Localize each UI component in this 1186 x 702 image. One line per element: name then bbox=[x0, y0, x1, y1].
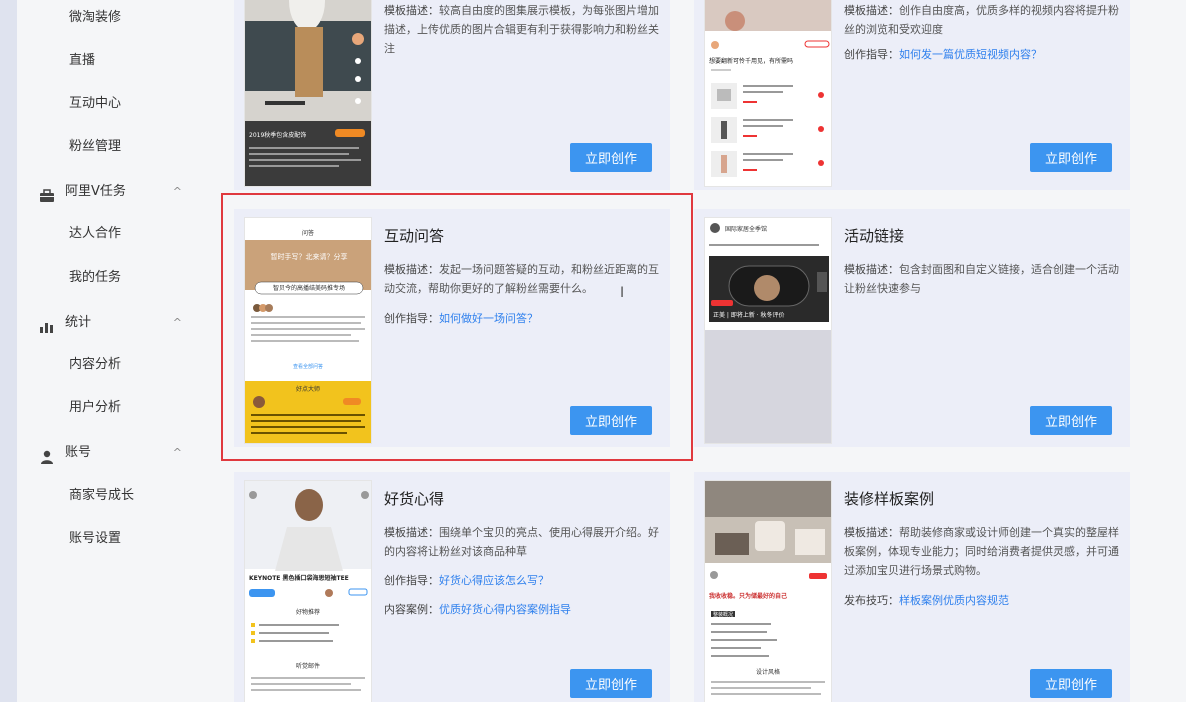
thumbnail-title: 国际家居全季馆 bbox=[725, 226, 768, 233]
thumbnail-brand-title: KEYNOTE 黑色插口袋海思短袖TEE bbox=[249, 575, 349, 582]
template-description: 模板描述：创作自由度高，优质多样的视频内容将提升粉丝的浏览和受欢迎度 bbox=[844, 1, 1124, 39]
chevron-up-icon: ^ bbox=[172, 446, 182, 459]
thumbnail-section-label: 整装概况 bbox=[713, 612, 734, 618]
thumbnail-section-title: 听觉邮件 bbox=[295, 663, 320, 670]
template-guide: 创作指导：如何发一篇优质短视频内容？ bbox=[844, 45, 1124, 64]
video-thumbnail bbox=[705, 0, 831, 177]
thumbnail-more-link: 查看全部问答 bbox=[292, 364, 323, 370]
template-guide: 创作指导：好货心得应该怎么写？ bbox=[384, 571, 664, 590]
thumbnail-banner-subtext: 智贝今的高播结美码推专场 bbox=[272, 285, 345, 292]
thumbnail-caption: 想要翻新可怜千用见，有所需吗 bbox=[709, 58, 794, 65]
create-now-button[interactable]: 立即创作 bbox=[1030, 669, 1112, 698]
template-thumbnail: 我收收稳。只为储最好的自己 整装概况 设计风格 bbox=[704, 480, 832, 702]
sidebar-item-talent[interactable]: 达人合作 bbox=[17, 218, 198, 250]
template-title: 装修样板案例 bbox=[844, 490, 935, 508]
template-card-activity: 国际家居全季馆 正美 | 即将上新 · 秋冬评价 活动链接 模板描述：包含封面图… bbox=[694, 209, 1130, 447]
template-thumbnail: 国际家居全季馆 正美 | 即将上新 · 秋冬评价 bbox=[704, 217, 832, 444]
template-card-video: 想要翻新可怜千用见，有所需吗 模板描述：创作自由度高，优质多样的视频内容将提升粉… bbox=[694, 0, 1130, 190]
create-now-button[interactable]: 立即创作 bbox=[570, 406, 652, 435]
template-card-goods: KEYNOTE 黑色插口袋海思短袖TEE 好物推荐 听觉邮件 好货心得 模板描述… bbox=[234, 472, 670, 702]
sidebar: 微淘装修 直播 互动中心 粉丝管理 阿里V任务 ^ 达人合作 我的任务 统计 ^… bbox=[17, 0, 198, 702]
sidebar-group-label: 阿里V任务 bbox=[65, 184, 126, 199]
template-tips: 发布技巧：样板案例优质内容规范 bbox=[844, 591, 1124, 610]
template-card-gallery: 2019秋季包含皮配饰 模板描述：较高自由度的图集展示模板，为每张图片增加描述，… bbox=[234, 0, 670, 190]
thumbnail-section-title: 设计风格 bbox=[755, 669, 780, 676]
thumbnail-yellow-title: 好点大师 bbox=[295, 386, 320, 393]
template-thumbnail: 想要翻新可怜千用见，有所需吗 bbox=[704, 0, 832, 187]
sidebar-group-stats[interactable]: 统计 ^ bbox=[17, 307, 198, 339]
thumbnail-text-lines bbox=[249, 143, 367, 183]
thumbnail-headline: 我收收稳。只为储最好的自己 bbox=[709, 593, 788, 600]
briefcase-icon bbox=[39, 184, 55, 202]
description-label: 模板描述： bbox=[844, 263, 899, 276]
description-label: 模板描述： bbox=[384, 4, 439, 17]
thumbnail-caption: 2019秋季包含皮配饰 bbox=[249, 132, 307, 139]
template-description: 模板描述：较高自由度的图集展示模板，为每张图片增加描述，上传优质的图片合辑更有利… bbox=[384, 1, 664, 58]
sidebar-item-user-analysis[interactable]: 用户分析 bbox=[17, 392, 198, 424]
sidebar-item-my-tasks[interactable]: 我的任务 bbox=[17, 262, 198, 294]
template-card-decor: 我收收稳。只为储最好的自己 整装概况 设计风格 装修样板案例 模板描述：帮助装修… bbox=[694, 472, 1130, 702]
template-thumbnail: 问答 暂时手写？北来请？分享 智贝今的高播结美码推专场 查看全部问答 好点大师 bbox=[244, 217, 372, 444]
guide-label: 创作指导： bbox=[844, 48, 899, 61]
guide-link[interactable]: 如何做好一场问答？ bbox=[439, 312, 538, 325]
template-description: 模板描述：帮助装修商家或设计师创建一个真实的整屋样板案例，体现专业能力；同时给消… bbox=[844, 523, 1124, 580]
guide-label: 创作指导： bbox=[384, 574, 439, 587]
user-icon bbox=[39, 445, 55, 464]
guide-link[interactable]: 如何发一篇优质短视频内容？ bbox=[899, 48, 1042, 61]
sidebar-item-live[interactable]: 直播 bbox=[17, 45, 198, 77]
sidebar-item-interaction[interactable]: 互动中心 bbox=[17, 88, 198, 120]
sidebar-item-account-settings[interactable]: 账号设置 bbox=[17, 523, 198, 555]
create-now-button[interactable]: 立即创作 bbox=[1030, 143, 1112, 172]
chevron-up-icon: ^ bbox=[172, 316, 182, 329]
tips-label: 发布技巧： bbox=[844, 594, 899, 607]
sidebar-item-merchant-growth[interactable]: 商家号成长 bbox=[17, 480, 198, 512]
thumbnail-banner-text: 暂时手写？北来请？分享 bbox=[270, 253, 348, 261]
template-thumbnail: KEYNOTE 黑色插口袋海思短袖TEE 好物推荐 听觉邮件 bbox=[244, 480, 372, 702]
template-description: 模板描述：包含封面图和自定义链接，适合创建一个活动让粉丝快速参与 bbox=[844, 260, 1124, 298]
thumbnail-section-title: 好物推荐 bbox=[295, 609, 320, 616]
text-cursor-icon: I bbox=[620, 285, 625, 301]
template-grid: 2019秋季包含皮配饰 模板描述：较高自由度的图集展示模板，为每张图片增加描述，… bbox=[198, 0, 1186, 702]
sidebar-item-weitao-decor[interactable]: 微淘装修 bbox=[17, 2, 198, 34]
template-title: 活动链接 bbox=[844, 227, 905, 245]
template-title: 互动问答 bbox=[384, 227, 445, 245]
guide-label: 创作指导： bbox=[384, 312, 439, 325]
description-label: 模板描述： bbox=[384, 263, 439, 276]
sidebar-group-account[interactable]: 账号 ^ bbox=[17, 437, 198, 469]
sidebar-group-label: 统计 bbox=[65, 315, 92, 330]
create-now-button[interactable]: 立即创作 bbox=[570, 669, 652, 698]
description-label: 模板描述： bbox=[844, 4, 899, 17]
sidebar-item-fans[interactable]: 粉丝管理 bbox=[17, 131, 198, 163]
template-description: 模板描述：围绕单个宝贝的亮点、使用心得展开介绍。好的内容将让粉丝对该商品种草 bbox=[384, 523, 664, 561]
template-case: 内容案例：优质好货心得内容案例指导 bbox=[384, 600, 664, 619]
create-now-button[interactable]: 立即创作 bbox=[1030, 406, 1112, 435]
bar-chart-icon bbox=[39, 315, 55, 333]
guide-link[interactable]: 好货心得应该怎么写？ bbox=[439, 574, 549, 587]
case-label: 内容案例： bbox=[384, 603, 439, 616]
template-card-qa: 问答 暂时手写？北来请？分享 智贝今的高播结美码推专场 查看全部问答 好点大师 … bbox=[234, 209, 670, 447]
case-link[interactable]: 优质好货心得内容案例指导 bbox=[439, 603, 571, 616]
template-guide: 创作指导：如何做好一场问答？ bbox=[384, 309, 664, 328]
sidebar-group-label: 账号 bbox=[65, 445, 92, 460]
activity-thumbnail-art bbox=[705, 218, 831, 330]
description-label: 模板描述： bbox=[384, 526, 439, 539]
tips-link[interactable]: 样板案例优质内容规范 bbox=[899, 594, 1009, 607]
chevron-up-icon: ^ bbox=[172, 185, 182, 198]
template-thumbnail: 2019秋季包含皮配饰 bbox=[244, 0, 372, 187]
sidebar-item-content-analysis[interactable]: 内容分析 bbox=[17, 349, 198, 381]
sidebar-group-v-task[interactable]: 阿里V任务 ^ bbox=[17, 176, 198, 208]
create-now-button[interactable]: 立即创作 bbox=[570, 143, 652, 172]
description-label: 模板描述： bbox=[844, 526, 899, 539]
template-title: 好货心得 bbox=[384, 490, 445, 508]
thumbnail-caption: 正美 | 即将上新 · 秋冬评价 bbox=[713, 312, 785, 319]
